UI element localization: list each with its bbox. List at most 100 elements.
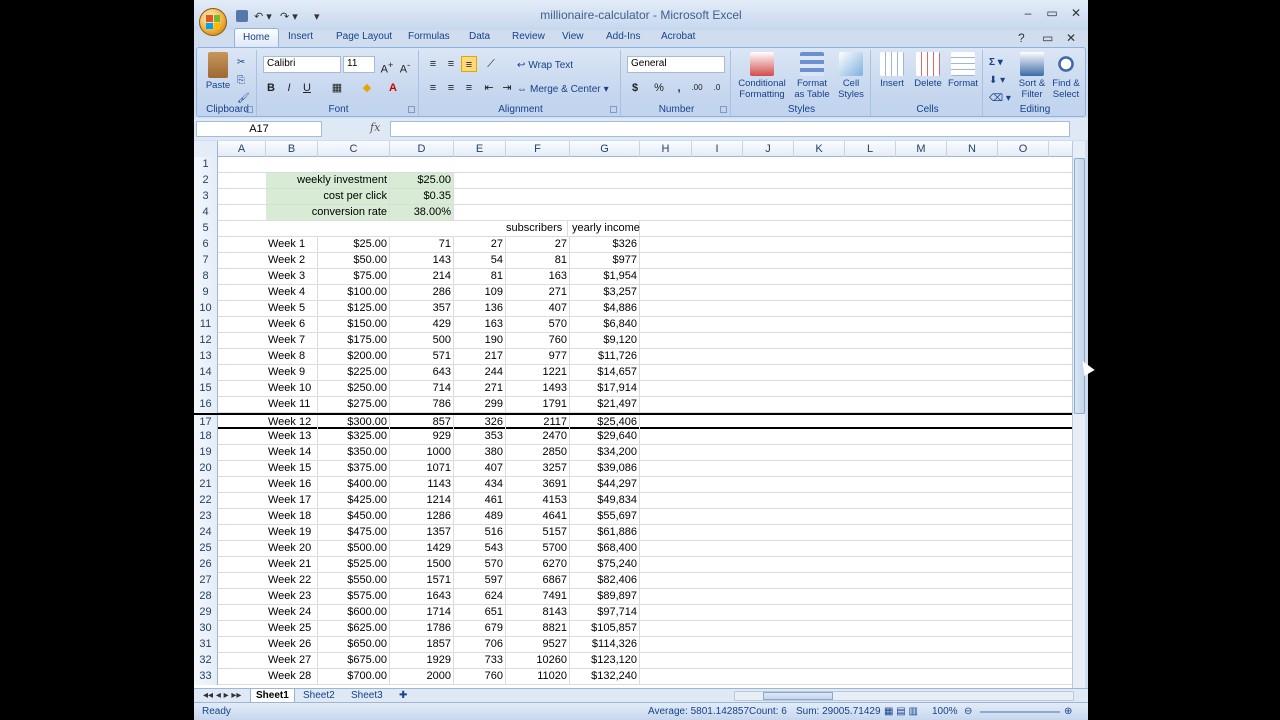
help-icon[interactable]: ? xyxy=(1018,31,1025,45)
cell-g9[interactable]: $3,257 xyxy=(570,285,640,300)
cell-b11[interactable]: Week 6 xyxy=(266,317,318,332)
cell-g23[interactable]: $55,697 xyxy=(570,509,640,524)
cell-e14[interactable]: 244 xyxy=(454,365,506,380)
cell-d23[interactable]: 1286 xyxy=(390,509,454,524)
cell-b18[interactable]: Week 13 xyxy=(266,429,318,444)
cell-c15[interactable]: $250.00 xyxy=(318,381,390,396)
cell-d14[interactable]: 643 xyxy=(390,365,454,380)
tab-data[interactable]: Data xyxy=(469,31,490,42)
cell-g26[interactable]: $75,240 xyxy=(570,557,640,572)
number-format-select[interactable]: General xyxy=(627,56,725,73)
cell-d6[interactable]: 71 xyxy=(390,237,454,252)
number-launcher[interactable] xyxy=(720,106,727,113)
currency-button[interactable]: $ xyxy=(627,80,643,96)
bold-button[interactable]: B xyxy=(263,80,279,96)
cell-d21[interactable]: 1143 xyxy=(390,477,454,492)
paste-button[interactable]: Paste xyxy=(203,52,233,91)
row-header[interactable]: 14 xyxy=(194,365,218,381)
cell-e12[interactable]: 190 xyxy=(454,333,506,348)
row-header[interactable]: 12 xyxy=(194,333,218,349)
cell-d9[interactable]: 286 xyxy=(390,285,454,300)
cell-f5[interactable]: subscribers xyxy=(504,221,568,236)
cell-g28[interactable]: $89,897 xyxy=(570,589,640,604)
cell-b30[interactable]: Week 25 xyxy=(266,621,318,636)
cell-c28[interactable]: $575.00 xyxy=(318,589,390,604)
cell-b7[interactable]: Week 2 xyxy=(266,253,318,268)
cell-b2[interactable]: weekly investment xyxy=(266,173,390,188)
cell-f28[interactable]: 7491 xyxy=(506,589,570,604)
column-header-d[interactable]: D xyxy=(390,141,454,157)
row-header[interactable]: 18 xyxy=(194,429,218,445)
tab-formulas[interactable]: Formulas xyxy=(408,31,450,42)
column-header-k[interactable]: K xyxy=(794,141,845,157)
cell-e7[interactable]: 54 xyxy=(454,253,506,268)
cell-f29[interactable]: 8143 xyxy=(506,605,570,620)
cell-g14[interactable]: $14,657 xyxy=(570,365,640,380)
tab-page-layout[interactable]: Page Layout xyxy=(336,31,392,42)
cell-f33[interactable]: 11020 xyxy=(506,669,570,684)
font-size-select[interactable]: 11 xyxy=(343,56,375,73)
cell-g18[interactable]: $29,640 xyxy=(570,429,640,444)
cell-f10[interactable]: 407 xyxy=(506,301,570,316)
cell-f27[interactable]: 6867 xyxy=(506,573,570,588)
font-color-icon[interactable]: A xyxy=(385,80,401,96)
cell-b32[interactable]: Week 27 xyxy=(266,653,318,668)
column-header-c[interactable]: C xyxy=(318,141,390,157)
cell-f26[interactable]: 6270 xyxy=(506,557,570,572)
cell-e18[interactable]: 353 xyxy=(454,429,506,444)
cell-e13[interactable]: 217 xyxy=(454,349,506,364)
cell-d28[interactable]: 1643 xyxy=(390,589,454,604)
cell-e16[interactable]: 299 xyxy=(454,397,506,412)
cell-b19[interactable]: Week 14 xyxy=(266,445,318,460)
horizontal-scrollbar[interactable] xyxy=(734,691,1074,701)
align-top-icon[interactable]: ≡ xyxy=(425,56,441,72)
cell-d3[interactable]: $0.35 xyxy=(390,189,454,204)
cell-c31[interactable]: $650.00 xyxy=(318,637,390,652)
sort-filter-button[interactable]: Sort & Filter xyxy=(1015,52,1049,100)
row-header[interactable]: 7 xyxy=(194,253,218,269)
row-header[interactable]: 16 xyxy=(194,397,218,413)
cell-g30[interactable]: $105,857 xyxy=(570,621,640,636)
select-all-button[interactable] xyxy=(194,141,218,157)
merge-center-button[interactable]: ⇔ Merge & Center ▾ xyxy=(517,81,609,97)
column-header-j[interactable]: J xyxy=(743,141,794,157)
cell-g27[interactable]: $82,406 xyxy=(570,573,640,588)
cell-b15[interactable]: Week 10 xyxy=(266,381,318,396)
cell-c11[interactable]: $150.00 xyxy=(318,317,390,332)
cell-f21[interactable]: 3691 xyxy=(506,477,570,492)
conditional-formatting-button[interactable]: Conditional Formatting xyxy=(735,52,789,100)
cell-e20[interactable]: 407 xyxy=(454,461,506,476)
cell-c24[interactable]: $475.00 xyxy=(318,525,390,540)
cell-c19[interactable]: $350.00 xyxy=(318,445,390,460)
row-header[interactable]: 20 xyxy=(194,461,218,477)
cell-c7[interactable]: $50.00 xyxy=(318,253,390,268)
cell-g20[interactable]: $39,086 xyxy=(570,461,640,476)
cell-g32[interactable]: $123,120 xyxy=(570,653,640,668)
cell-d32[interactable]: 1929 xyxy=(390,653,454,668)
tab-insert[interactable]: Insert xyxy=(288,31,313,42)
cell-b29[interactable]: Week 24 xyxy=(266,605,318,620)
tab-home[interactable]: Home xyxy=(234,28,279,49)
cell-f24[interactable]: 5157 xyxy=(506,525,570,540)
format-cells-button[interactable]: Format xyxy=(945,52,981,89)
cell-b33[interactable]: Week 28 xyxy=(266,669,318,684)
cell-e22[interactable]: 461 xyxy=(454,493,506,508)
cell-c6[interactable]: $25.00 xyxy=(318,237,390,252)
row-header[interactable]: 25 xyxy=(194,541,218,557)
cell-b23[interactable]: Week 18 xyxy=(266,509,318,524)
row-header[interactable]: 5 xyxy=(194,221,218,237)
cell-e17[interactable]: 326 xyxy=(454,415,506,430)
column-header-e[interactable]: E xyxy=(454,141,506,157)
cell-d31[interactable]: 1857 xyxy=(390,637,454,652)
wrap-text-button[interactable]: ↩ Wrap Text xyxy=(517,57,573,73)
decrease-indent-icon[interactable]: ⇤ xyxy=(481,80,497,96)
sheet-tab-1[interactable]: Sheet1 xyxy=(250,689,295,703)
sheet-nav-icon[interactable]: ◂◂ ◂ ▸ ▸▸ xyxy=(198,689,246,703)
cell-f16[interactable]: 1791 xyxy=(506,397,570,412)
cell-e31[interactable]: 706 xyxy=(454,637,506,652)
column-header-b[interactable]: B xyxy=(266,141,318,157)
cell-g7[interactable]: $977 xyxy=(570,253,640,268)
copy-icon[interactable]: ⎘ xyxy=(237,72,245,88)
zoom-out-icon[interactable]: ⊖ xyxy=(964,706,972,717)
cell-g29[interactable]: $97,714 xyxy=(570,605,640,620)
